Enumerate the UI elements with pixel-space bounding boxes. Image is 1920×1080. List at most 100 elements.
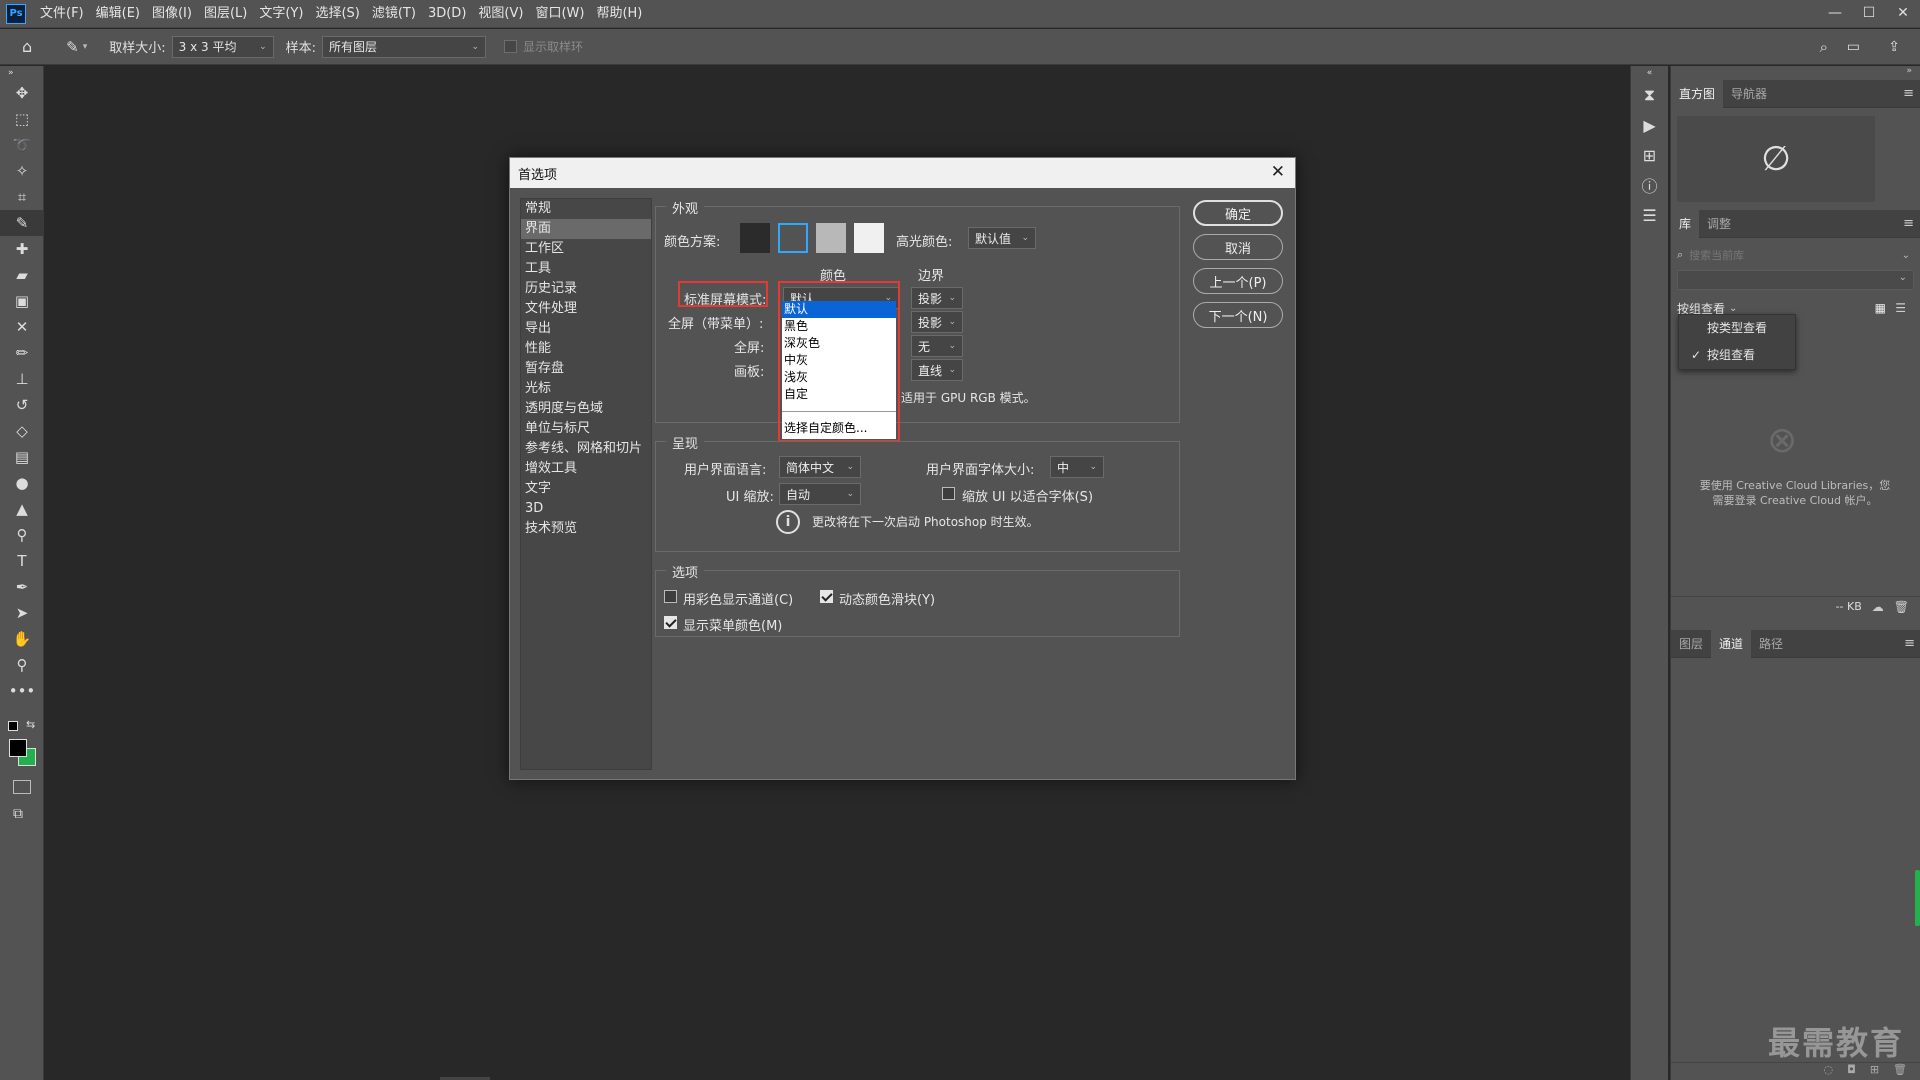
pen-tool-icon[interactable]: ✒: [0, 574, 44, 600]
category-type[interactable]: 文字: [521, 479, 651, 499]
library-search[interactable]: ⌕ 搜索当前库 ⌄: [1677, 244, 1914, 266]
menu-window[interactable]: 窗口(W): [529, 0, 590, 28]
dynamic-sliders-checkbox[interactable]: [820, 590, 833, 603]
category-workspace[interactable]: 工作区: [521, 239, 651, 259]
tab-channels[interactable]: 通道: [1711, 629, 1752, 658]
trash-icon[interactable]: 🗑: [1894, 600, 1909, 614]
sample-size-select[interactable]: 3 x 3 平均 ⌄: [171, 35, 274, 58]
color-scheme-dark-gray[interactable]: [778, 223, 808, 253]
new-channel-icon[interactable]: ⊞: [1870, 1063, 1879, 1080]
eyedropper-tool-icon[interactable]: ✎: [0, 210, 44, 236]
menu-image[interactable]: 图像(I): [146, 0, 198, 28]
category-general[interactable]: 常规: [521, 199, 651, 219]
category-transparency[interactable]: 透明度与色域: [521, 399, 651, 419]
category-performance[interactable]: 性能: [521, 339, 651, 359]
menu-layer[interactable]: 图层(L): [198, 0, 253, 28]
share-icon[interactable]: ⇪: [1888, 39, 1900, 55]
category-scratch-disks[interactable]: 暂存盘: [521, 359, 651, 379]
menu-view[interactable]: 视图(V): [472, 0, 529, 28]
next-button[interactable]: 下一个(N): [1193, 302, 1283, 328]
ui-scaling-select[interactable]: 自动 ⌄: [779, 483, 861, 505]
frame-tool-icon[interactable]: ▣: [0, 288, 44, 314]
crop-tool-icon[interactable]: ⌗: [0, 184, 44, 210]
menu-help[interactable]: 帮助(H): [590, 0, 648, 28]
menu-select[interactable]: 选择(S): [309, 0, 365, 28]
zoom-tool-icon[interactable]: ⚲: [0, 652, 44, 678]
ok-button[interactable]: 确定: [1193, 200, 1283, 226]
swap-colors-icon[interactable]: ⇆: [26, 718, 35, 731]
cancel-button[interactable]: 取消: [1193, 234, 1283, 260]
sample-select[interactable]: 所有图层 ⌄: [322, 35, 487, 58]
category-tools[interactable]: 工具: [521, 259, 651, 279]
cloud-icon[interactable]: ☁: [1872, 600, 1884, 614]
quick-mask-icon[interactable]: [13, 780, 31, 794]
libraries-panel-icon[interactable]: ⊞: [1631, 140, 1668, 170]
magic-wand-tool-icon[interactable]: ✧: [0, 158, 44, 184]
fullscreen-border-select[interactable]: 无 ⌄: [911, 335, 963, 357]
panel-menu-icon[interactable]: ≡: [1903, 216, 1914, 231]
fullscreen-menu-border-select[interactable]: 投影 ⌄: [911, 311, 963, 333]
history-panel-icon[interactable]: ⧗: [1631, 80, 1668, 110]
menu-colors-checkbox[interactable]: [664, 616, 677, 629]
category-interface[interactable]: 界面: [521, 219, 651, 239]
category-guides[interactable]: 参考线、网格和切片: [521, 439, 651, 459]
search-icon[interactable]: ⌕: [1820, 38, 1828, 56]
scale-ui-to-font-checkbox[interactable]: [942, 487, 955, 500]
category-tech-preview[interactable]: 技术预览: [521, 519, 651, 539]
save-selection-icon[interactable]: ◘: [1847, 1063, 1856, 1080]
collapse-dock-icon[interactable]: »: [1671, 66, 1920, 80]
clone-stamp-tool-icon[interactable]: ⊥: [0, 366, 44, 392]
healing-brush-tool-icon[interactable]: ✚: [0, 236, 44, 262]
tab-histogram[interactable]: 直方图: [1671, 79, 1724, 108]
color-scheme-black[interactable]: [740, 223, 770, 253]
lasso-tool-icon[interactable]: ➰: [0, 132, 44, 158]
highlight-color-select[interactable]: 默认值 ⌄: [968, 227, 1036, 249]
tab-libraries[interactable]: 库: [1671, 209, 1700, 238]
delete-channel-icon[interactable]: 🗑: [1893, 1063, 1907, 1080]
tool-preset-chevron-icon[interactable]: ▾: [83, 42, 88, 52]
menu-filter[interactable]: 滤镜(T): [366, 0, 422, 28]
collapse-chevron-icon[interactable]: »: [0, 66, 44, 80]
menu-file[interactable]: 文件(F): [34, 0, 90, 28]
standard-screen-border-select[interactable]: 投影 ⌄: [911, 287, 963, 309]
blur-tool-icon[interactable]: ●: [0, 470, 44, 496]
category-cursors[interactable]: 光标: [521, 379, 651, 399]
type-tool-icon[interactable]: T: [0, 548, 44, 574]
panel-resize-handle[interactable]: [1915, 870, 1920, 926]
history-brush-tool-icon[interactable]: ↺: [0, 392, 44, 418]
color-channels-checkbox[interactable]: [664, 590, 677, 603]
category-plugins[interactable]: 增效工具: [521, 459, 651, 479]
panel-menu-icon[interactable]: ≡: [1903, 86, 1914, 101]
library-select[interactable]: ⌄: [1677, 270, 1914, 290]
screen-mode-icon[interactable]: ⧉: [13, 806, 23, 822]
more-tools-icon[interactable]: •••: [0, 678, 44, 704]
category-history[interactable]: 历史记录: [521, 279, 651, 299]
move-tool-icon[interactable]: ✥: [0, 80, 44, 106]
category-3d[interactable]: 3D: [521, 499, 651, 519]
ui-font-size-select[interactable]: 中 ⌄: [1050, 456, 1104, 478]
view-by-type-item[interactable]: 按类型查看: [1679, 315, 1795, 342]
grid-view-icon[interactable]: ▦: [1875, 301, 1886, 315]
close-icon[interactable]: ✕: [1271, 162, 1285, 182]
list-view-icon[interactable]: ☰: [1895, 301, 1906, 315]
artboard-border-select[interactable]: 直线 ⌄: [911, 359, 963, 381]
menu-edit[interactable]: 编辑(E): [90, 0, 146, 28]
chevron-down-icon[interactable]: ⌄: [1729, 303, 1737, 314]
content-aware-move-icon[interactable]: ✕: [0, 314, 44, 340]
dodge-tool-icon[interactable]: ⚲: [0, 522, 44, 548]
ui-language-select[interactable]: 简体中文 ⌄: [779, 456, 861, 478]
category-export[interactable]: 导出: [521, 319, 651, 339]
eyedropper-icon[interactable]: ✎: [66, 38, 79, 56]
eraser-tool-icon[interactable]: ◇: [0, 418, 44, 444]
maximize-button[interactable]: ☐: [1852, 0, 1886, 28]
show-ring-checkbox[interactable]: [504, 40, 518, 53]
properties-panel-icon[interactable]: ☰: [1631, 200, 1668, 230]
foreground-color-swatch[interactable]: [9, 739, 27, 757]
tab-navigator[interactable]: 导航器: [1723, 80, 1775, 108]
color-scheme-light-gray[interactable]: [854, 223, 884, 253]
menu-3d[interactable]: 3D(D): [422, 0, 472, 28]
color-scheme-medium-gray[interactable]: [816, 223, 846, 253]
patch-tool-icon[interactable]: ▰: [0, 262, 44, 288]
close-window-button[interactable]: ✕: [1886, 0, 1920, 28]
path-selection-tool-icon[interactable]: ➤: [0, 600, 44, 626]
